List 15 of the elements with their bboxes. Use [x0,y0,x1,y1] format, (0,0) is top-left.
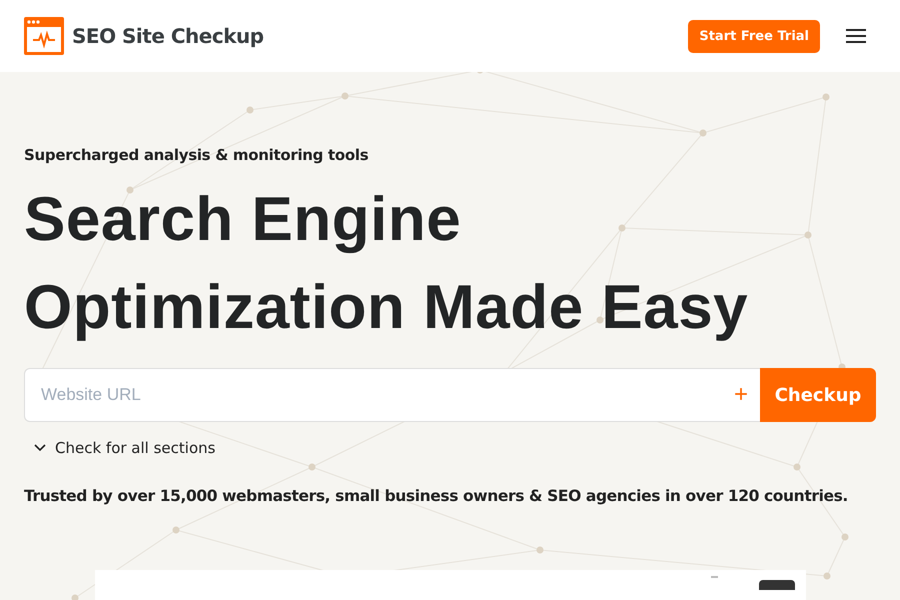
toggle-label: Check for all sections [55,439,216,457]
chevron-icon [34,444,46,452]
logo-icon [24,17,64,55]
dash-mark [711,576,718,578]
checkup-button[interactable]: Checkup [760,368,876,422]
trust-statement: Trusted by over 15,000 webmasters, small business owners & SEO agencies in over 120 countries. [24,486,848,506]
sections-toggle[interactable]: Check for all sections [24,439,216,457]
start-trial-button[interactable]: Start Free Trial [688,20,820,52]
brand-name[interactable]: SEO Site Checkup [72,24,264,48]
menu-icon[interactable] [846,28,866,44]
hero-headline: Optimization Made Easy [24,272,748,344]
hero-headline: Search Engine [24,184,462,256]
url-input-field[interactable]: Website URL + [24,368,760,422]
add-button[interactable]: + [722,381,760,409]
hero-tagline: Supercharged analysis & monitoring tools [24,146,370,164]
